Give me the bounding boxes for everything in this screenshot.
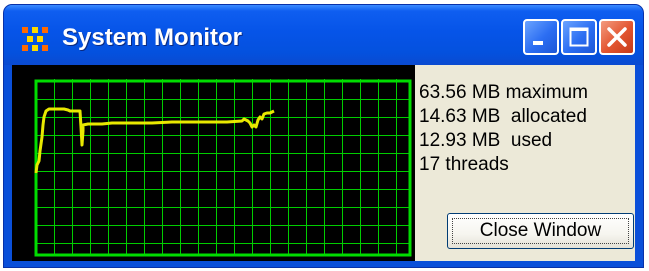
title-bar[interactable]: System Monitor [4,5,643,65]
minimize-button[interactable] [523,19,559,55]
network-nodes-icon [22,27,48,51]
maximize-button[interactable] [561,19,597,55]
memory-usage-line [34,107,275,174]
close-window-label: Close Window [479,220,602,241]
close-title-button[interactable] [599,19,635,55]
memory-usage-graph [34,79,412,257]
graph-grid [36,79,410,255]
close-icon [607,27,627,47]
maximize-icon [569,27,589,47]
close-window-button[interactable]: Close Window [447,213,634,249]
stat-allocated: 14.63 MB allocated [419,106,587,127]
memory-stats: 63.56 MB maximum 14.63 MB allocated 12.9… [419,81,631,177]
minimize-icon [533,41,543,45]
stat-threads: 17 threads [419,154,509,175]
stat-used: 12.93 MB used [419,130,553,151]
window-title: System Monitor [62,24,243,51]
system-monitor-window: System Monitor 63.56 MB maximum 14.63 MB… [3,4,644,268]
memory-graph-panel [12,65,415,261]
graph-border [34,79,412,257]
window-client-area: 63.56 MB maximum 14.63 MB allocated 12.9… [12,65,635,261]
stat-maximum: 63.56 MB maximum [419,82,588,103]
